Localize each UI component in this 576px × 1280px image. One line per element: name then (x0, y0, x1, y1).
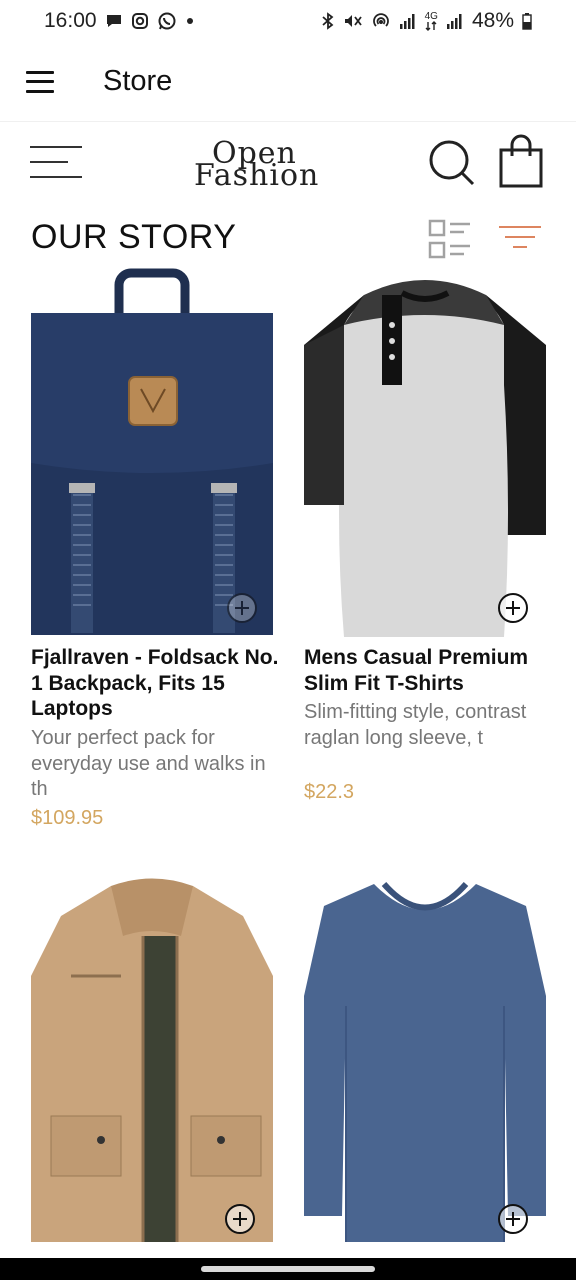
product-price: $109.95 (31, 807, 104, 829)
filter-icon[interactable] (499, 224, 541, 254)
app-title: Store (103, 65, 173, 97)
product-description: Slim-fitting style, contrast raglan long… (304, 701, 527, 749)
list-view-icon[interactable] (428, 218, 472, 262)
product-card[interactable]: Mens Casual Premium Slim Fit T-Shirts Sl… (304, 265, 546, 805)
store-menu-icon[interactable] (30, 144, 82, 180)
product-description: Your perfect pack for everyday use and w… (31, 727, 266, 800)
mute-icon (343, 12, 363, 30)
battery-percent: 48% (471, 9, 514, 32)
signal-icon (399, 12, 417, 30)
product-image[interactable] (31, 876, 273, 1242)
section-title: OUR STORY (31, 218, 237, 256)
add-to-cart-icon[interactable] (225, 1204, 255, 1234)
signal-4g-icon: 4G (424, 10, 438, 31)
search-icon[interactable] (427, 138, 477, 188)
hamburger-menu-icon[interactable] (26, 70, 54, 93)
product-price: $22.3 (304, 781, 355, 803)
message-icon (105, 12, 123, 30)
product-name: Fjallraven - Foldsack No. 1 Backpack, Fi… (31, 646, 279, 720)
shopping-bag-icon[interactable] (498, 134, 544, 188)
battery-icon (522, 12, 532, 30)
home-handle[interactable] (201, 1266, 375, 1272)
dot-icon (185, 16, 195, 26)
system-nav-bar (0, 1258, 576, 1280)
add-to-cart-icon[interactable] (498, 1204, 528, 1234)
product-name: Mens Casual Premium Slim Fit T-Shirts (304, 646, 529, 695)
hotspot-icon (371, 12, 391, 30)
network-type: 4G (424, 10, 438, 22)
status-time: 16:00 (44, 9, 97, 32)
store-header: Open Fashion (0, 128, 576, 198)
add-to-cart-icon[interactable] (498, 593, 528, 623)
whatsapp-icon (157, 11, 177, 31)
signal-icon-2 (446, 12, 464, 30)
logo-line-2: Fashion (194, 158, 320, 193)
status-left: 16:00 (44, 9, 195, 33)
product-card[interactable] (31, 876, 273, 1246)
product-card[interactable]: Fjallraven - Foldsack No. 1 Backpack, Fi… (31, 265, 278, 830)
bluetooth-icon (321, 12, 335, 30)
product-image[interactable] (304, 876, 546, 1242)
app-bar: Store (0, 42, 576, 122)
status-right: 4G 48% (321, 9, 532, 33)
product-card[interactable] (304, 876, 546, 1246)
product-image[interactable] (31, 265, 273, 637)
instagram-icon (131, 12, 149, 30)
brand-logo: Open Fashion (190, 136, 320, 193)
status-bar: 16:00 4G 48% (0, 0, 576, 42)
add-to-cart-icon[interactable] (227, 593, 257, 623)
product-image[interactable] (304, 265, 546, 637)
